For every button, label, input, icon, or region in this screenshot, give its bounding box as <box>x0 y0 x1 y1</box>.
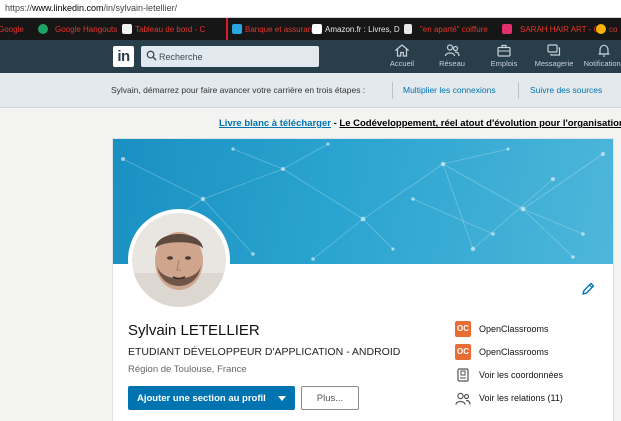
education-label: OpenClassrooms <box>479 324 549 334</box>
bookmark-coiffure[interactable]: "en aparté" coiffure <box>404 22 488 36</box>
connections-link[interactable]: Voir les relations (11) <box>455 390 563 406</box>
nav-jobs[interactable]: Emplois <box>480 44 528 71</box>
nav-notifications[interactable]: Notifications <box>580 44 621 71</box>
bookmark-label: Banque et assurance <box>245 24 321 34</box>
network-icon <box>444 44 460 57</box>
ad-link[interactable]: Livre blanc à télécharger <box>219 118 331 129</box>
nav-messaging[interactable]: Messagerie <box>530 44 578 71</box>
guidance-bar: Sylvain, démarrez pour faire avancer vot… <box>0 73 621 108</box>
openclassrooms-logo: OC <box>455 344 471 360</box>
linkedin-logo[interactable]: in <box>113 46 134 67</box>
bookmark-google[interactable]: Google <box>0 22 24 36</box>
guidance-divider <box>518 82 519 99</box>
profile-photo[interactable] <box>128 209 230 311</box>
contact-info-link[interactable]: Voir les coordonnées <box>455 367 563 383</box>
dashboard-icon <box>122 24 132 34</box>
edit-pencil-icon[interactable] <box>581 282 595 296</box>
document-icon <box>404 24 412 34</box>
bookmark-dashboard[interactable]: Tableau de bord - C <box>122 22 205 36</box>
education-item[interactable]: OC OpenClassrooms <box>455 344 549 360</box>
grow-network-link[interactable]: Multiplier les connexions <box>403 85 496 95</box>
education-label: OpenClassrooms <box>479 347 549 357</box>
follow-sources-link[interactable]: Suivre des sources <box>530 85 602 95</box>
search-input[interactable] <box>159 46 314 67</box>
url-path: /in/sylvain-letellier/ <box>103 3 178 13</box>
bookmark-sarah-hair[interactable]: SARAH HAIR ART - C <box>502 22 599 36</box>
bookmark-amazon[interactable]: Amazon.fr : Livres, D <box>312 22 400 36</box>
instagram-icon <box>502 24 512 34</box>
bookmark-label: "en aparté" coiffure <box>420 24 488 34</box>
url-host: www.linkedin.com <box>32 3 104 13</box>
ad-text[interactable]: Le Codéveloppement, réel atout d'évoluti… <box>339 118 621 129</box>
bank-icon <box>232 24 242 34</box>
openclassrooms-logo: OC <box>455 321 471 337</box>
bookmark-label: SARAH HAIR ART - C <box>520 24 600 34</box>
nav-home-label: Accueil <box>389 59 415 68</box>
add-profile-section-label: Ajouter une section au profil <box>137 392 266 404</box>
nav-notifications-label: Notifications <box>583 59 621 68</box>
nav-network-label: Réseau <box>439 59 465 68</box>
profile-headline: ETUDIANT DÉVELOPPEUR D'APPLICATION - AND… <box>128 346 401 358</box>
url-text[interactable]: https://www.linkedin.com/in/sylvain-lete… <box>5 3 177 13</box>
guidance-divider <box>392 82 393 99</box>
connections-label: Voir les relations (11) <box>479 393 563 403</box>
search-icon <box>146 50 157 61</box>
education-item[interactable]: OC OpenClassrooms <box>455 321 549 337</box>
bookmark-label: co <box>609 24 618 34</box>
nav-network[interactable]: Réseau <box>428 44 476 71</box>
chrome-icon <box>596 24 606 34</box>
url-scheme: https:// <box>5 3 33 13</box>
window-divider <box>226 18 228 40</box>
avatar-portrait <box>132 213 226 307</box>
nav-home[interactable]: Accueil <box>378 44 426 71</box>
bookmark-label: Google Hangouts <box>55 24 118 34</box>
bookmark-hangouts[interactable]: Google Hangouts <box>38 22 117 36</box>
guidance-prompt: Sylvain, démarrez pour faire avancer vot… <box>111 85 366 95</box>
bookmark-label: Amazon.fr : Livres, D <box>325 24 400 34</box>
caret-down-icon <box>278 396 286 401</box>
browser-address-bar[interactable]: https://www.linkedin.com/in/sylvain-lete… <box>0 0 621 18</box>
messaging-icon <box>547 44 561 56</box>
nav-messaging-label: Messagerie <box>534 59 574 68</box>
home-icon <box>395 44 409 57</box>
hangouts-icon <box>38 24 48 34</box>
bookmark-label: Tableau de bord - C <box>135 24 206 34</box>
contact-card-icon <box>455 367 471 383</box>
add-profile-section-button[interactable]: Ajouter une section au profil <box>128 386 295 410</box>
more-button[interactable]: Plus... <box>301 386 359 410</box>
nav-jobs-label: Emplois <box>490 59 518 68</box>
linkedin-navbar: in Accueil Réseau Emplois <box>0 40 621 73</box>
search-box[interactable] <box>141 46 319 67</box>
bookmark-bank[interactable]: Banque et assurance <box>232 22 321 36</box>
bookmarks-bar: Google Google Hangouts Tableau de bord -… <box>0 18 621 40</box>
bell-icon <box>598 44 610 57</box>
amazon-icon <box>312 24 322 34</box>
profile-location: Région de Toulouse, France <box>128 364 247 375</box>
people-icon <box>455 390 471 406</box>
bookmark-chrome[interactable]: co <box>596 22 617 36</box>
briefcase-icon <box>497 44 511 57</box>
sponsored-ad[interactable]: Livre blanc à télécharger - Le Codévelop… <box>219 118 621 129</box>
profile-name: Sylvain LETELLIER <box>128 322 260 339</box>
profile-card: Sylvain LETELLIER ETUDIANT DÉVELOPPEUR D… <box>112 138 614 421</box>
contact-info-label: Voir les coordonnées <box>479 370 564 380</box>
bookmark-label: Google <box>0 24 24 34</box>
